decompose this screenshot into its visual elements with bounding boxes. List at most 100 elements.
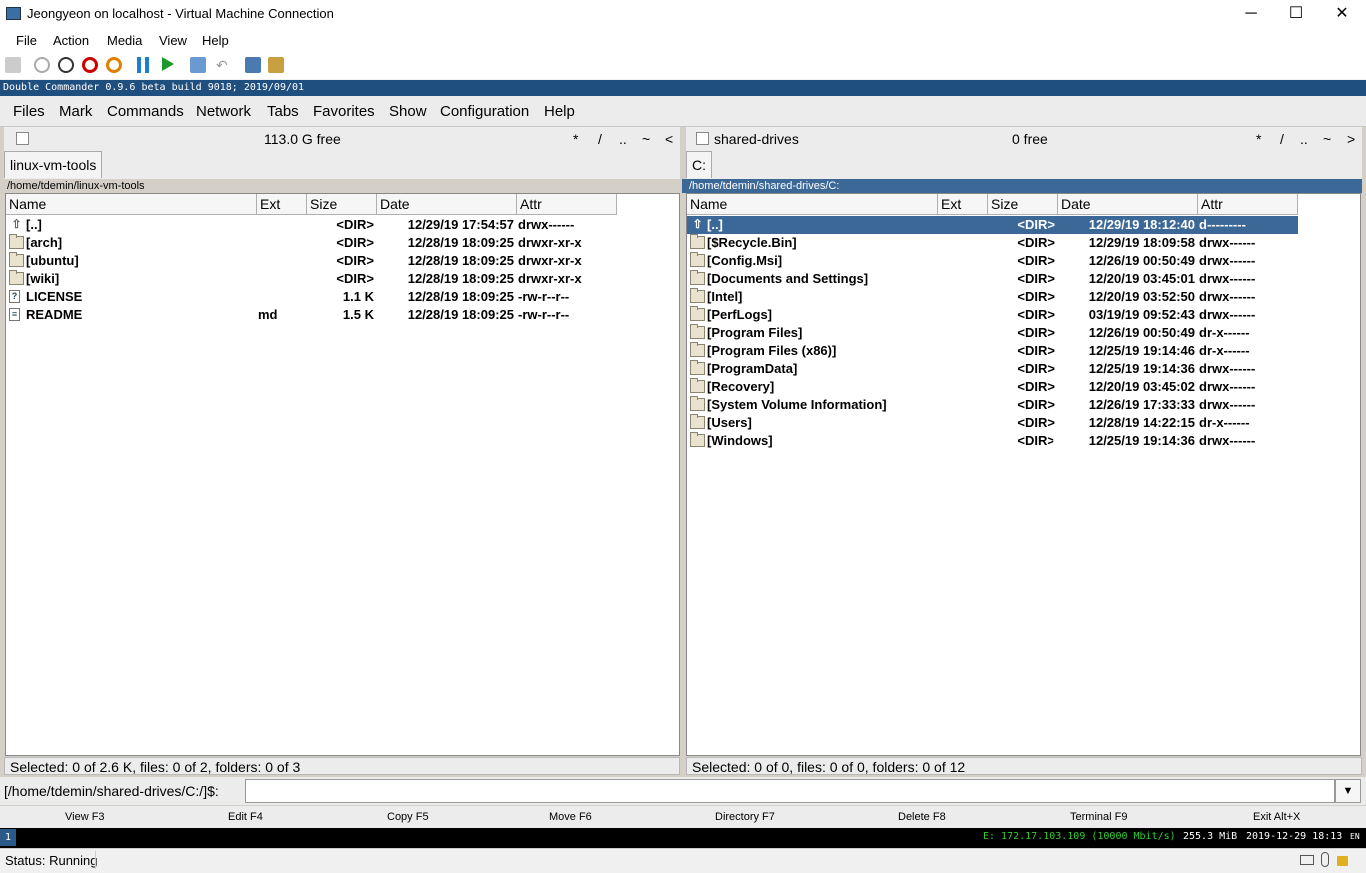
column-name[interactable]: Name	[687, 194, 938, 215]
drive-icon[interactable]	[696, 132, 709, 145]
maximize-button[interactable]: ☐	[1273, 0, 1319, 30]
revert-icon[interactable]: ↶	[216, 57, 232, 73]
left-file-panel[interactable]: Name Ext Size Date Attr ⇧ [..] <DIR> 12/29/…	[5, 193, 680, 756]
table-row[interactable]: [System Volume Information] <DIR> 12/26/19…	[687, 396, 1298, 414]
directory-f7-button[interactable]: Directory F7	[715, 811, 775, 823]
dc-menu-files[interactable]: Files	[13, 103, 45, 120]
mouse-icon	[1321, 852, 1329, 867]
share-icon[interactable]	[268, 57, 284, 73]
host-menu-action[interactable]: Action	[53, 33, 89, 48]
table-row[interactable]: [Config.Msi] <DIR> 12/26/19 00:50:49 drwx--…	[687, 252, 1298, 270]
host-menu-media[interactable]: Media	[107, 33, 142, 48]
close-button[interactable]: ✕	[1319, 0, 1365, 30]
checkpoint-icon[interactable]	[190, 57, 206, 73]
start-icon[interactable]	[34, 57, 50, 73]
column-ext[interactable]: Ext	[257, 194, 307, 215]
left-nav-root[interactable]: *	[573, 131, 578, 147]
column-date[interactable]: Date	[1058, 194, 1198, 215]
left-path[interactable]: /home/tdemin/linux-vm-tools	[0, 179, 680, 193]
delete-f8-button[interactable]: Delete F8	[898, 811, 946, 823]
save-icon[interactable]	[106, 57, 122, 73]
left-tab-linux-vm-tools[interactable]: linux-vm-tools	[4, 151, 103, 178]
host-menu-bar: File Action Media View Help	[0, 30, 1366, 52]
host-menu-view[interactable]: View	[159, 33, 187, 48]
table-row[interactable]: [Windows] <DIR> 12/25/19 19:14:36 drwx-----…	[687, 432, 1298, 450]
column-attr[interactable]: Attr	[517, 194, 617, 215]
enhanced-session-icon[interactable]	[245, 57, 261, 73]
table-row[interactable]: [arch] <DIR> 12/28/19 18:09:25 drwxr-xr-x	[6, 234, 617, 252]
column-ext[interactable]: Ext	[938, 194, 988, 215]
host-menu-help[interactable]: Help	[202, 33, 229, 48]
vm-status: Status: Running	[5, 853, 98, 868]
dc-menu-tabs[interactable]: Tabs	[267, 103, 299, 120]
right-nav-up[interactable]: ..	[1300, 131, 1308, 147]
right-file-panel[interactable]: Name Ext Size Date Attr ⇧ [..] <DIR> 12/29/…	[686, 193, 1361, 756]
right-nav-slash[interactable]: /	[1280, 131, 1284, 147]
table-row[interactable]: [Program Files] <DIR> 12/26/19 00:50:49 dr-…	[687, 324, 1298, 342]
file-size: <DIR>	[1017, 361, 1055, 376]
chevron-down-icon[interactable]: ▼	[1335, 779, 1361, 803]
copy-f5-button[interactable]: Copy F5	[387, 811, 429, 823]
right-nav-forward[interactable]: >	[1347, 131, 1355, 147]
view-f3-button[interactable]: View F3	[65, 811, 105, 823]
dc-menu-help[interactable]: Help	[544, 103, 575, 120]
keyboard-layout[interactable]: EN	[1350, 832, 1360, 841]
right-nav-root[interactable]: *	[1256, 131, 1261, 147]
left-nav-back[interactable]: <	[665, 131, 673, 147]
shutdown-icon[interactable]	[82, 57, 98, 73]
terminal-f9-button[interactable]: Terminal F9	[1070, 811, 1127, 823]
file-attr: -rw-r--r--	[518, 289, 570, 304]
pause-icon[interactable]	[137, 57, 149, 73]
table-row[interactable]: [Program Files (x86)] <DIR> 12/25/19 19:14…	[687, 342, 1298, 360]
table-row[interactable]: ? LICENSE 1.1 K 12/28/19 18:09:25 -rw-r--r--	[6, 288, 617, 306]
dc-menu-mark[interactable]: Mark	[59, 103, 92, 120]
exit-button[interactable]: Exit Alt+X	[1253, 811, 1300, 823]
table-row[interactable]: ≡ README md 1.5 K 12/28/19 18:09:25 -rw-r--r-…	[6, 306, 617, 324]
dc-menu-show[interactable]: Show	[389, 103, 427, 120]
left-nav-up[interactable]: ..	[619, 131, 627, 147]
file-size: <DIR>	[1017, 379, 1055, 394]
table-row[interactable]: [Intel] <DIR> 12/20/19 03:52:50 drwx------	[687, 288, 1298, 306]
file-size: <DIR>	[336, 253, 374, 268]
table-row[interactable]: [Users] <DIR> 12/28/19 14:22:15 dr-x------	[687, 414, 1298, 432]
column-size[interactable]: Size	[307, 194, 377, 215]
column-attr[interactable]: Attr	[1198, 194, 1298, 215]
table-row[interactable]: [PerfLogs] <DIR> 03/19/19 09:52:43 drwx----…	[687, 306, 1298, 324]
table-row[interactable]: [ubuntu] <DIR> 12/28/19 18:09:25 drwxr-xr-x	[6, 252, 617, 270]
workspace-indicator[interactable]: 1	[0, 829, 16, 846]
table-row[interactable]: [Recovery] <DIR> 12/20/19 03:45:02 drwx----…	[687, 378, 1298, 396]
left-nav-slash[interactable]: /	[598, 131, 602, 147]
move-f6-button[interactable]: Move F6	[549, 811, 592, 823]
column-date[interactable]: Date	[377, 194, 517, 215]
right-nav-home[interactable]: ~	[1323, 131, 1331, 147]
table-row[interactable]: [Documents and Settings] <DIR> 12/20/19 03…	[687, 270, 1298, 288]
table-row[interactable]: [wiki] <DIR> 12/28/19 18:09:25 drwxr-xr-x	[6, 270, 617, 288]
column-name[interactable]: Name	[6, 194, 257, 215]
table-row[interactable]: ⇧ [..] <DIR> 12/29/19 18:12:40 d---------	[687, 216, 1298, 234]
file-name: [System Volume Information]	[707, 397, 887, 412]
turn-off-icon[interactable]	[58, 57, 74, 73]
drive-icon[interactable]	[16, 132, 29, 145]
minimize-button[interactable]: ─	[1228, 0, 1274, 30]
edit-f4-button[interactable]: Edit F4	[228, 811, 263, 823]
host-menu-file[interactable]: File	[16, 33, 37, 48]
column-size[interactable]: Size	[988, 194, 1058, 215]
dc-menu-configuration[interactable]: Configuration	[440, 103, 529, 120]
right-drive-name[interactable]: shared-drives	[714, 131, 799, 147]
dc-menu-favorites[interactable]: Favorites	[313, 103, 375, 120]
host-status-bar: Status: Running	[0, 848, 1366, 873]
left-nav-home[interactable]: ~	[642, 131, 650, 147]
app-banner: Double Commander 0.9.6 beta build 9018; …	[0, 80, 1366, 96]
file-attr: drwx------	[1199, 235, 1256, 250]
keyboard-icon	[1300, 855, 1314, 865]
table-row[interactable]: ⇧ [..] <DIR> 12/29/19 17:54:57 drwx------	[6, 216, 617, 234]
dc-menu-commands[interactable]: Commands	[107, 103, 184, 120]
right-tab-c[interactable]: C:	[686, 151, 712, 178]
dc-menu-network[interactable]: Network	[196, 103, 251, 120]
table-row[interactable]: [ProgramData] <DIR> 12/25/19 19:14:36 drwx-…	[687, 360, 1298, 378]
command-input[interactable]	[245, 779, 1335, 803]
right-path[interactable]: /home/tdemin/shared-drives/C:	[682, 179, 1362, 193]
ctrl-alt-del-icon[interactable]	[5, 57, 21, 73]
table-row[interactable]: [$Recycle.Bin] <DIR> 12/29/19 18:09:58 drwx…	[687, 234, 1298, 252]
resume-icon[interactable]	[162, 57, 174, 71]
